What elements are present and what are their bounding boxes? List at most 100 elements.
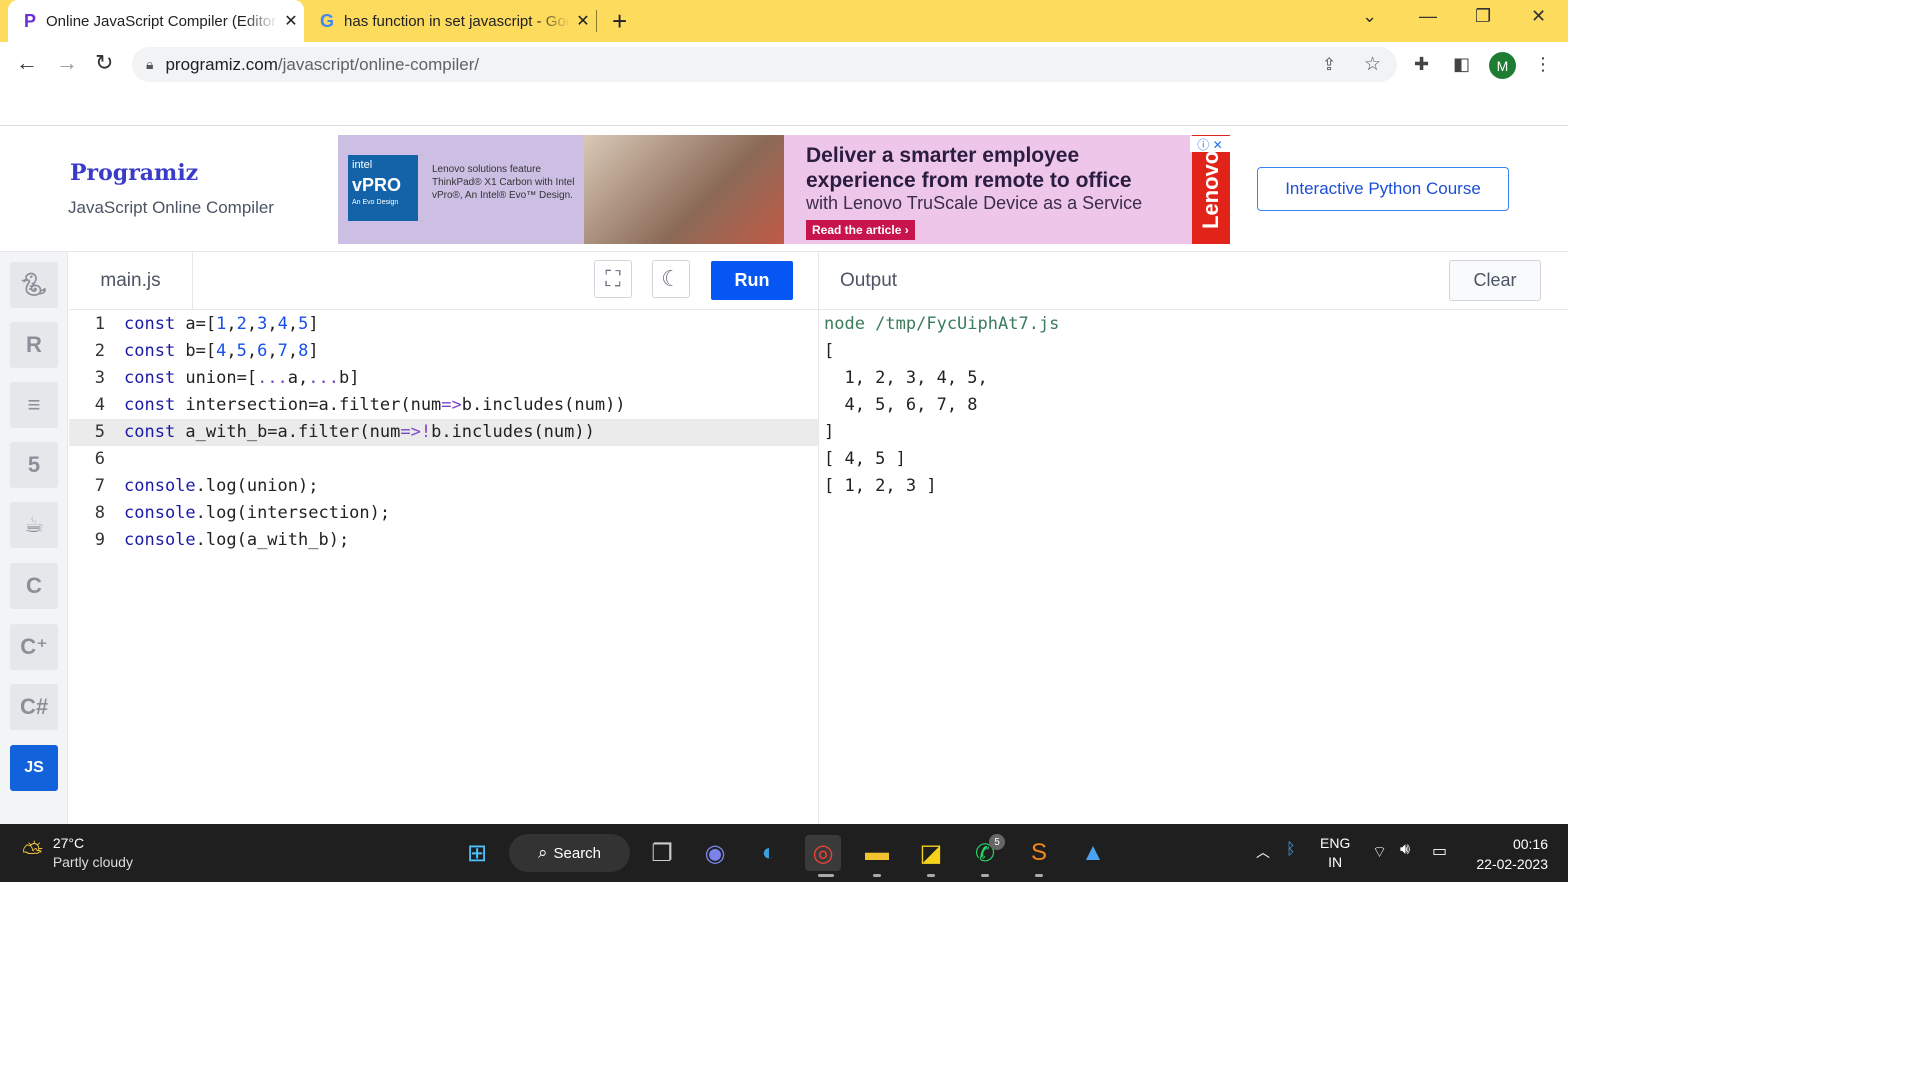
photos-icon[interactable]: ▲ [1075,835,1111,871]
code-line-current: 5 const a_with_b=a.filter(num=>!b.include… [69,419,818,446]
close-window-icon[interactable]: ✕ [1531,6,1546,27]
interactive-python-course-button[interactable]: Interactive Python Course [1257,167,1509,211]
weather-widget[interactable]: ⛅︎ 27°C Partly cloudy [22,834,133,872]
output-line: [ 1, 2, 3 ] [824,476,937,496]
running-indicator [927,874,935,877]
ad-photo [584,135,784,244]
output-line: 4, 5, 6, 7, 8 [824,395,978,415]
intel-vpro-logo: intel vPRO An Evo Design [348,155,418,221]
ad-close-icon[interactable]: ⓘ ✕ [1190,136,1230,152]
code-text: const intersection=a.filter(num=>b.inclu… [124,395,626,415]
html5-icon[interactable]: 5 [10,442,58,488]
line-number: 5 [94,422,105,442]
code-line: 8 console.log(intersection); [69,500,818,527]
url-path: /javascript/online-compiler/ [277,54,480,74]
temperature: 27°C [52,835,85,851]
extensions-icon[interactable]: ✚ [1414,54,1429,75]
task-view-icon[interactable]: ❐ [644,835,680,871]
tab-search-chevron-icon[interactable]: ⌄ [1362,6,1377,27]
js-icon[interactable]: JS [10,745,58,791]
output-header: Output Clear [819,252,1568,310]
fullscreen-icon[interactable]: ⛶ [594,260,632,298]
cpp-icon[interactable]: C⁺ [10,624,58,670]
url-host: programiz.com [165,54,278,74]
java-icon[interactable]: ☕︎ [10,502,58,548]
back-icon[interactable]: ← [16,50,38,76]
output-line: 1, 2, 3, 4, 5, [824,368,988,388]
address-bar[interactable]: 🔒︎ programiz.com/javascript/online-compi… [132,47,1397,82]
file-tab[interactable]: main.js [69,252,193,310]
clear-button[interactable]: Clear [1449,260,1541,301]
forward-icon[interactable]: → [56,50,78,76]
run-button[interactable]: Run [711,261,793,300]
advertisement-banner[interactable]: intel vPRO An Evo Design Lenovo solution… [338,135,1230,244]
c-icon[interactable]: C [10,563,58,609]
reload-icon[interactable]: ↻ [95,50,113,76]
output-title: Output [840,270,898,291]
tab-close-icon[interactable]: ✕ [278,11,304,31]
wifi-icon[interactable]: ⌔ [1372,842,1387,862]
code-text: const union=[...a,...b] [124,368,360,388]
bluetooth-icon[interactable]: ᛒ [1286,841,1296,859]
profile-avatar[interactable]: M [1489,52,1516,79]
line-number: 2 [94,341,105,361]
share-icon[interactable]: ⇪ [1322,55,1336,75]
browser-tab-strip: P Online JavaScript Compiler (Editor) ✕ … [0,0,1568,42]
code-text: console.log(a_with_b); [124,530,350,550]
ad-cta-button[interactable]: Read the article › [806,220,915,240]
date: 22-02-2023 [1476,856,1548,872]
code-text: const b=[4,5,6,7,8] [124,341,319,361]
language-sidebar: 🐍︎ R ≡ 5 ☕︎ C C⁺ C# JS [0,252,68,824]
sql-icon[interactable]: ≡ [10,382,58,428]
tray-overflow-chevron-icon[interactable]: ︿ [1256,842,1270,862]
taskbar-search[interactable]: ⌕ Search [509,834,630,872]
running-indicator [873,874,881,877]
sticky-notes-icon[interactable]: ◪ [913,835,949,871]
edge-icon[interactable]: ◐ [751,835,787,871]
tab-google-search[interactable]: G has function in set javascript - Googl… [306,0,596,42]
teams-chat-icon[interactable]: ◉ [697,835,733,871]
line-number: 8 [94,503,105,523]
line-number: 1 [94,314,105,334]
minimize-icon[interactable]: — [1419,6,1437,27]
input-language[interactable]: ENG IN [1320,834,1350,872]
code-line: 3 const union=[...a,...b] [69,365,818,392]
tab-title: has function in set javascript - Google … [344,12,570,30]
code-line: 9 console.log(a_with_b); [69,527,818,554]
tab-separator [596,10,597,32]
restore-icon[interactable]: ❐ [1475,6,1491,27]
intel-brand: intel [352,159,373,171]
programiz-favicon-icon: P [24,10,37,31]
panel-divider[interactable] [818,252,819,824]
region-code: IN [1328,854,1343,870]
intel-vpro: vPRO [352,175,402,195]
ad-small-text: Lenovo solutions feature ThinkPad® X1 Ca… [432,164,575,201]
tab-close-icon[interactable]: ✕ [570,11,596,31]
running-indicator [981,874,989,877]
side-panel-icon[interactable]: ◧ [1453,54,1470,75]
bookmark-star-icon[interactable]: ☆ [1364,53,1381,76]
menu-icon[interactable]: ⋮ [1534,54,1552,75]
tab-online-compiler[interactable]: P Online JavaScript Compiler (Editor) ✕ [8,0,304,42]
python-icon[interactable]: 🐍︎ [10,262,58,308]
code-editor[interactable]: 1 const a=[1,2,3,4,5] 2 const b=[4,5,6,7,8… [69,311,818,824]
code-line: 2 const b=[4,5,6,7,8] [69,338,818,365]
running-indicator [1035,874,1043,877]
lang-code: ENG [1320,835,1351,851]
chrome-icon[interactable]: ◎ [805,835,841,871]
r-icon[interactable]: R [10,322,58,368]
volume-icon[interactable]: 🔊︎ [1400,841,1410,859]
intel-evo: An Evo Design [352,199,399,206]
programiz-logo[interactable]: Programiz [70,160,198,186]
file-explorer-icon[interactable]: ▬ [859,835,895,871]
new-tab-icon[interactable]: + [612,6,627,37]
sublime-text-icon[interactable]: S [1021,835,1057,871]
editor-header: main.js ⛶ ☾ Run [69,252,818,310]
windows-start-icon[interactable]: ⊞ [459,835,495,871]
battery-icon[interactable]: ▭ [1432,841,1447,861]
dark-mode-icon[interactable]: ☾ [652,260,690,298]
csharp-icon[interactable]: C# [10,684,58,730]
browser-toolbar: ← → ↻ 🔒︎ programiz.com/javascript/online… [0,42,1568,86]
system-clock[interactable]: 00:16 22-02-2023 [1464,834,1548,874]
running-indicator [818,874,834,877]
